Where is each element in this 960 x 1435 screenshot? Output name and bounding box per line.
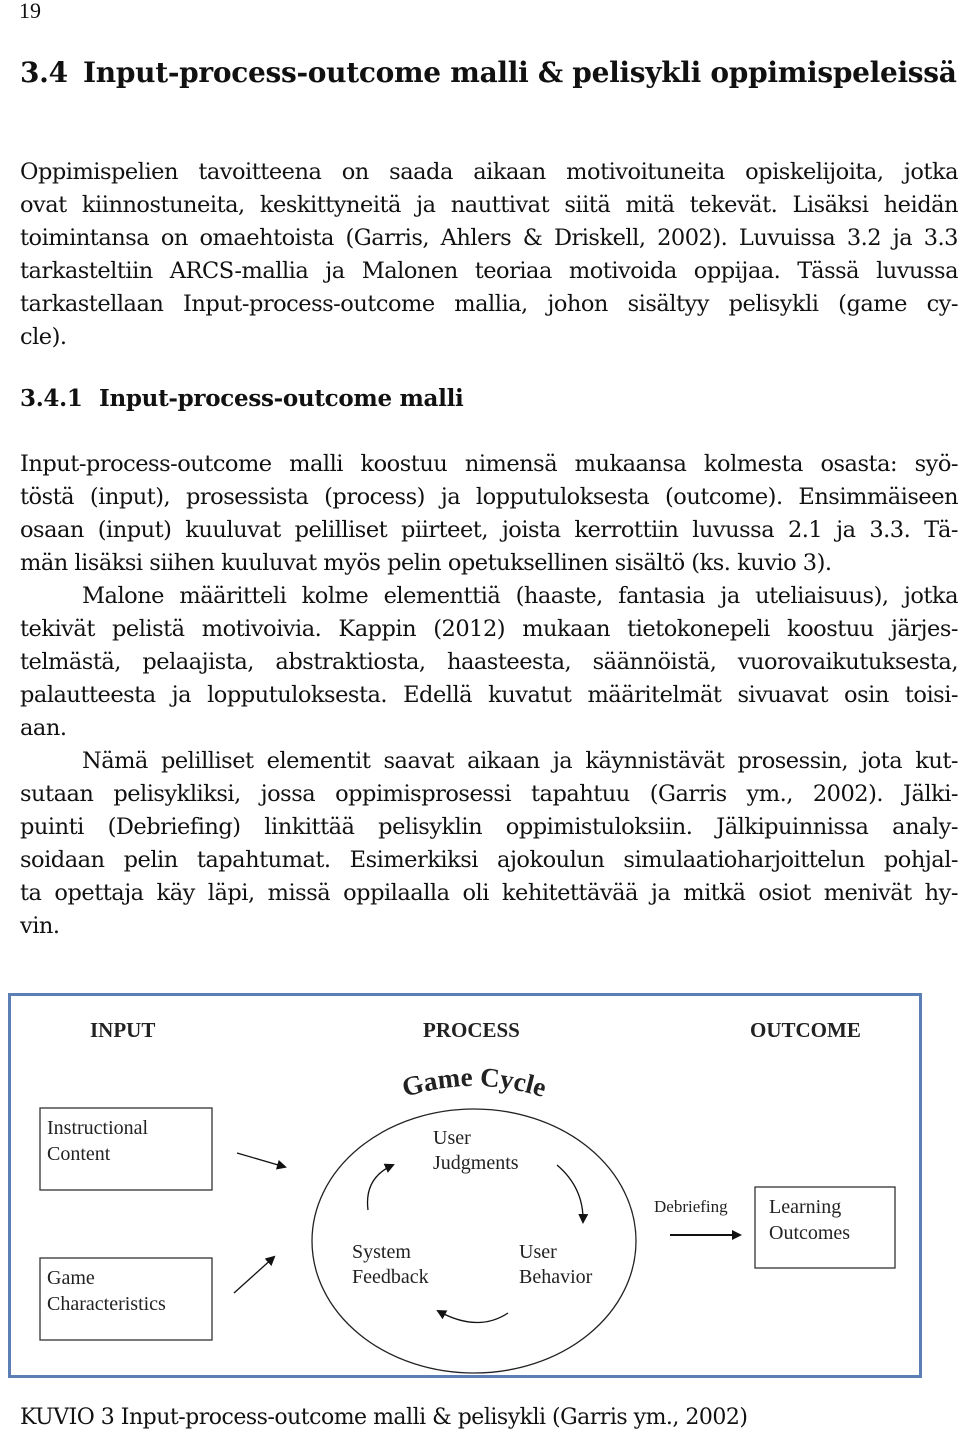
figure-caption: KUVIO 3 Input-process-outcome malli & pe… [20, 1405, 748, 1430]
box-label: Instructional [47, 1117, 149, 1139]
node-label: Judgments [433, 1152, 519, 1174]
header-process: PROCESS [423, 1018, 520, 1042]
ipo-diagram: INPUT PROCESS OUTCOME Game Cycle Instruc… [8, 993, 922, 1378]
subsection-number: 3.4.1 [20, 385, 83, 412]
text-line: telmästä, pelaajista, abstraktiosta, haa… [20, 649, 959, 675]
section-number: 3.4 [20, 56, 68, 89]
box-label: Learning [769, 1196, 841, 1218]
text-line: tarkastellaan Input-process-outcome mall… [20, 291, 959, 317]
text-line: toimintansa on omaehtoista (Garris, Ahle… [20, 225, 959, 251]
text-line: män lisäksi siihen kuuluvat myös pelin o… [20, 550, 832, 576]
node-label: Feedback [352, 1266, 429, 1288]
header-outcome: OUTCOME [750, 1018, 861, 1042]
text-line: aan. [20, 715, 67, 741]
node-label: User [519, 1241, 557, 1263]
subsection-heading: 3.4.1 Input-process-outcome malli [20, 385, 464, 412]
box-label: Game [47, 1267, 95, 1289]
text-line: Input-process-outcome malli koostuu nime… [20, 451, 959, 477]
text-line: ta opettaja käy läpi, missä oppilaalla o… [20, 880, 959, 906]
text-line: cle). [20, 324, 67, 350]
section-heading: 3.4 Input-process-outcome malli & pelisyk… [20, 56, 957, 89]
text-line: sutaan pelisykliksi, jossa oppimisproses… [20, 781, 959, 807]
box-label: Outcomes [769, 1222, 850, 1244]
figure-diagram: INPUT PROCESS OUTCOME Game Cycle Instruc… [8, 993, 922, 1378]
text-line: ovat kiinnostuneita, keskittyneitä ja na… [20, 192, 959, 218]
text-line: osaan (input) kuuluvat pelilliset piirte… [20, 517, 959, 543]
box-label: Content [47, 1143, 111, 1165]
header-input: INPUT [90, 1018, 155, 1042]
node-label: User [433, 1127, 471, 1149]
subsection-title: Input-process-outcome malli [99, 385, 464, 412]
text-line: palautteesta ja lopputuloksesta. Edellä … [20, 682, 959, 708]
paragraph-body: Input-process-outcome malli koostuu nime… [20, 448, 959, 943]
text-line: tarkasteltiin ARCS-mallia ja Malonen teo… [20, 258, 959, 284]
node-label: System [352, 1241, 411, 1263]
section-title: Input-process-outcome malli & pelisykli … [83, 56, 957, 89]
page-number: 19 [19, 0, 41, 23]
text-line: Nämä pelilliset elementit saavat aikaan … [82, 748, 959, 774]
node-label: Behavior [519, 1266, 593, 1288]
text-line: töstä (input), prosessista (process) ja … [20, 484, 959, 510]
paragraph-intro: Oppimispelien tavoitteena on saada aikaa… [20, 156, 959, 354]
text-line: puinti (Debriefing) linkittää pelisyklin… [20, 814, 959, 840]
text-line: soidaan pelin tapahtumat. Esimerkiksi aj… [20, 847, 959, 873]
text-line: tekivät pelistä motivoivia. Kappin (2012… [20, 616, 959, 642]
figure-border [8, 993, 922, 1378]
text-line: Oppimispelien tavoitteena on saada aikaa… [20, 159, 959, 185]
text-line: Malone määritteli kolme elementtiä (haas… [82, 583, 959, 609]
text-line: vin. [20, 913, 60, 939]
box-label: Characteristics [47, 1293, 166, 1315]
debriefing-label: Debriefing [654, 1197, 728, 1216]
